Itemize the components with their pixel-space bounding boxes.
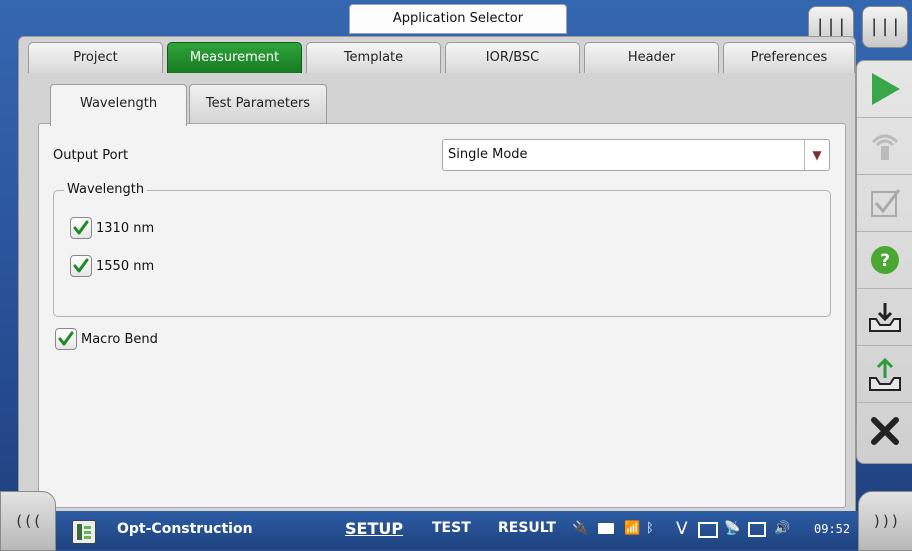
laser-source-button[interactable] (857, 118, 912, 175)
macro-bend-checkbox[interactable]: Macro Bend (55, 327, 158, 352)
battery-icon (598, 523, 614, 534)
checkmark-icon (70, 254, 92, 277)
nav-setup[interactable]: SETUP (345, 519, 403, 538)
application-selector-tab[interactable]: Application Selector (349, 4, 567, 34)
power-plug-icon: 🔌 (572, 521, 589, 536)
right-toolbar: ? (856, 60, 912, 464)
exit-button[interactable] (857, 403, 912, 459)
left-panel-toggle-button[interactable]: ((( (0, 491, 56, 551)
save-tray-icon (869, 303, 901, 332)
svg-text:?: ? (880, 251, 890, 271)
chevron-down-icon: ▼ (804, 140, 829, 170)
open-button[interactable] (857, 346, 912, 403)
output-port-label: Output Port (53, 148, 129, 163)
checkmark-icon (70, 216, 92, 239)
terminal-icon (698, 522, 718, 538)
app-icon[interactable] (72, 520, 96, 544)
help-icon: ? (871, 246, 899, 274)
right-menu-handle-button[interactable]: ||| (862, 6, 908, 48)
tab-header[interactable]: Header (584, 42, 719, 73)
wavelength-group-title: Wavelength (64, 182, 148, 197)
wavelength-1310-checkbox[interactable]: 1310 nm (70, 216, 155, 241)
wavelength-settings-panel: Output Port Single Mode ▼ Wavelength 131… (38, 123, 846, 508)
open-tray-icon (869, 357, 901, 391)
remote-antenna-icon: 📡 (724, 521, 741, 536)
tab-project[interactable]: Project (28, 42, 163, 73)
wavelength-1550-checkbox[interactable]: 1550 nm (70, 254, 155, 279)
speaker-icon: 🔊 (774, 521, 791, 536)
tab-preferences[interactable]: Preferences (723, 42, 855, 73)
close-icon (871, 417, 899, 445)
tab-ior-bsc[interactable]: IOR/BSC (445, 42, 580, 73)
macro-bend-label: Macro Bend (81, 332, 158, 347)
wavelength-1310-label: 1310 nm (96, 221, 155, 236)
wavelength-group: Wavelength 1310 nm 1550 nm (53, 182, 831, 317)
start-test-button[interactable] (857, 61, 912, 118)
laser-source-icon (871, 134, 899, 160)
nav-test[interactable]: TEST (432, 520, 471, 536)
subtab-test-parameters[interactable]: Test Parameters (189, 84, 327, 123)
wifi-icon: 📶 (624, 521, 641, 536)
application-name: Opt-Construction (117, 521, 253, 537)
v-icon: V (676, 519, 688, 539)
wavelength-1550-label: 1550 nm (96, 259, 155, 274)
clock: 09:52 (814, 522, 851, 536)
network-icon (748, 522, 766, 537)
output-port-dropdown[interactable]: Single Mode ▼ (442, 139, 830, 171)
right-panel-toggle-button[interactable]: ))) (858, 491, 912, 551)
bottom-status-bar: ((( Opt-Construction SETUP TEST RESULT 🔌… (0, 491, 912, 551)
output-port-value: Single Mode (448, 147, 528, 162)
save-button[interactable] (857, 289, 912, 346)
tab-measurement[interactable]: Measurement (167, 42, 302, 73)
bluetooth-icon: ᛒ (646, 521, 654, 536)
checklist-icon (871, 189, 901, 217)
nav-result[interactable]: RESULT (498, 520, 556, 536)
checklist-button[interactable] (857, 175, 912, 232)
tab-template[interactable]: Template (306, 42, 441, 73)
subtab-wavelength[interactable]: Wavelength (50, 84, 187, 126)
checkmark-icon (55, 327, 77, 350)
help-button[interactable]: ? (857, 232, 912, 289)
play-icon (872, 73, 900, 105)
